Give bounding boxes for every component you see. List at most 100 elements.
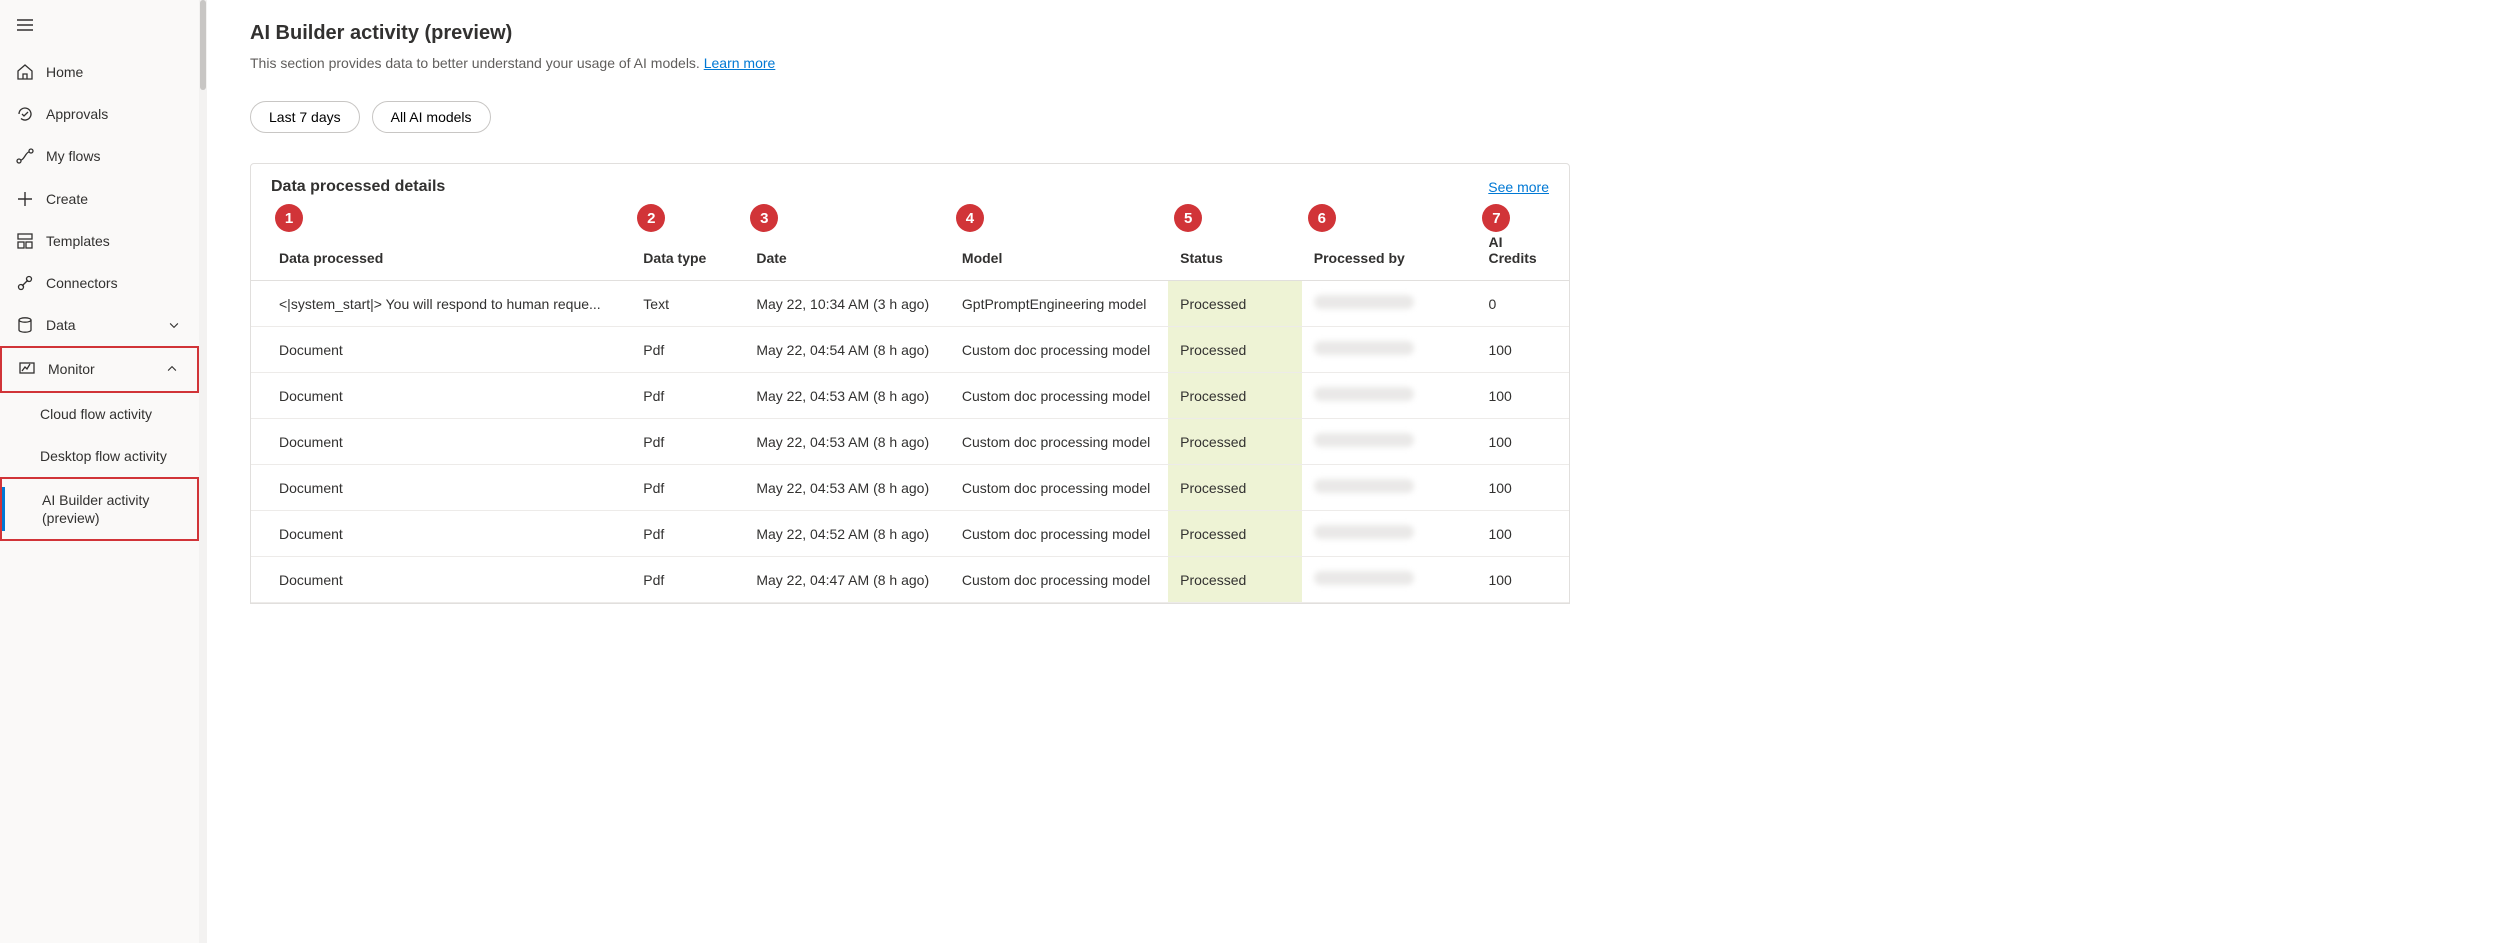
cell-model: Custom doc processing model bbox=[950, 511, 1168, 557]
cell-data-type: Pdf bbox=[631, 557, 744, 603]
cell-data-type: Pdf bbox=[631, 373, 744, 419]
cell-ai-credits: 100 bbox=[1476, 511, 1569, 557]
cell-ai-credits: 100 bbox=[1476, 557, 1569, 603]
plus-icon bbox=[16, 190, 34, 208]
blank-area bbox=[1570, 0, 2516, 943]
cell-date: May 22, 04:53 AM (8 h ago) bbox=[744, 465, 950, 511]
sidebar-item-label: Data bbox=[46, 316, 76, 334]
sidebar-item-cloud-flow-activity[interactable]: Cloud flow activity bbox=[0, 393, 199, 435]
table-row[interactable]: DocumentPdfMay 22, 04:54 AM (8 h ago)Cus… bbox=[251, 327, 1569, 373]
col-data-processed[interactable]: 1 Data processed bbox=[251, 206, 631, 281]
col-date[interactable]: 3 Date bbox=[744, 206, 950, 281]
cell-status: Processed bbox=[1168, 327, 1302, 373]
hamburger-button[interactable] bbox=[0, 8, 199, 51]
table-row[interactable]: DocumentPdfMay 22, 04:52 AM (8 h ago)Cus… bbox=[251, 511, 1569, 557]
filter-pills: Last 7 days All AI models bbox=[250, 101, 1570, 133]
cell-data-processed: Document bbox=[251, 419, 631, 465]
table-row[interactable]: DocumentPdfMay 22, 04:53 AM (8 h ago)Cus… bbox=[251, 465, 1569, 511]
cell-status: Processed bbox=[1168, 465, 1302, 511]
redacted-text bbox=[1314, 571, 1414, 585]
filter-date-range[interactable]: Last 7 days bbox=[250, 101, 360, 133]
sidebar-item-monitor[interactable]: Monitor bbox=[0, 346, 199, 392]
cell-status: Processed bbox=[1168, 373, 1302, 419]
annotation-badge-4: 4 bbox=[956, 204, 984, 232]
redacted-text bbox=[1314, 341, 1414, 355]
monitor-icon bbox=[18, 360, 36, 378]
page-description-text: This section provides data to better und… bbox=[250, 55, 704, 71]
cell-model: Custom doc processing model bbox=[950, 465, 1168, 511]
cell-processed-by bbox=[1302, 465, 1477, 511]
cell-date: May 22, 04:53 AM (8 h ago) bbox=[744, 419, 950, 465]
cell-processed-by bbox=[1302, 511, 1477, 557]
cell-processed-by bbox=[1302, 281, 1477, 327]
cell-processed-by bbox=[1302, 419, 1477, 465]
cell-date: May 22, 04:52 AM (8 h ago) bbox=[744, 511, 950, 557]
col-data-type[interactable]: 2 Data type bbox=[631, 206, 744, 281]
col-label: Data processed bbox=[279, 250, 383, 266]
cell-data-type: Pdf bbox=[631, 419, 744, 465]
sidebar-item-templates[interactable]: Templates bbox=[0, 220, 199, 262]
sidebar-scrollbar[interactable] bbox=[199, 0, 207, 943]
sidebar-item-label: Connectors bbox=[46, 274, 118, 292]
chevron-up-icon bbox=[163, 360, 181, 378]
approvals-icon bbox=[16, 105, 34, 123]
filter-model[interactable]: All AI models bbox=[372, 101, 491, 133]
hamburger-icon bbox=[16, 16, 34, 34]
cell-model: Custom doc processing model bbox=[950, 419, 1168, 465]
cell-model: GptPromptEngineering model bbox=[950, 281, 1168, 327]
cell-ai-credits: 0 bbox=[1476, 281, 1569, 327]
sidebar-item-approvals[interactable]: Approvals bbox=[0, 93, 199, 135]
table-row[interactable]: DocumentPdfMay 22, 04:47 AM (8 h ago)Cus… bbox=[251, 557, 1569, 603]
cell-model: Custom doc processing model bbox=[950, 557, 1168, 603]
learn-more-link[interactable]: Learn more bbox=[704, 55, 776, 71]
col-label: Date bbox=[756, 250, 786, 266]
sidebar-item-label: Cloud flow activity bbox=[40, 405, 152, 423]
sidebar-item-label: Templates bbox=[46, 232, 110, 250]
cell-data-type: Pdf bbox=[631, 511, 744, 557]
table-row[interactable]: DocumentPdfMay 22, 04:53 AM (8 h ago)Cus… bbox=[251, 373, 1569, 419]
data-icon bbox=[16, 316, 34, 334]
sidebar-item-create[interactable]: Create bbox=[0, 178, 199, 220]
cell-data-processed: Document bbox=[251, 511, 631, 557]
col-label: Processed by bbox=[1314, 250, 1405, 266]
sidebar-item-label: Monitor bbox=[48, 360, 95, 378]
annotation-badge-5: 5 bbox=[1174, 204, 1202, 232]
sidebar-item-ai-builder-activity[interactable]: AI Builder activity (preview) bbox=[0, 477, 199, 541]
sidebar-item-data[interactable]: Data bbox=[0, 304, 199, 346]
redacted-text bbox=[1314, 433, 1414, 447]
redacted-text bbox=[1314, 479, 1414, 493]
sidebar-item-connectors[interactable]: Connectors bbox=[0, 262, 199, 304]
annotation-badge-1: 1 bbox=[275, 204, 303, 232]
cell-model: Custom doc processing model bbox=[950, 373, 1168, 419]
col-processed-by[interactable]: 6 Processed by bbox=[1302, 206, 1477, 281]
cell-ai-credits: 100 bbox=[1476, 419, 1569, 465]
sidebar-item-my-flows[interactable]: My flows bbox=[0, 135, 199, 177]
col-model[interactable]: 4 Model bbox=[950, 206, 1168, 281]
col-ai-credits[interactable]: 7 AI Credits bbox=[1476, 206, 1569, 281]
redacted-text bbox=[1314, 295, 1414, 309]
col-label: Status bbox=[1180, 250, 1223, 266]
cell-status: Processed bbox=[1168, 419, 1302, 465]
cell-data-processed: Document bbox=[251, 557, 631, 603]
sidebar-item-label: My flows bbox=[46, 147, 100, 165]
cell-data-processed: Document bbox=[251, 373, 631, 419]
cell-date: May 22, 04:54 AM (8 h ago) bbox=[744, 327, 950, 373]
table-row[interactable]: DocumentPdfMay 22, 04:53 AM (8 h ago)Cus… bbox=[251, 419, 1569, 465]
col-status[interactable]: 5 Status bbox=[1168, 206, 1302, 281]
cell-data-type: Text bbox=[631, 281, 744, 327]
data-processed-card: Data processed details See more 1 Data p… bbox=[250, 163, 1570, 604]
card-title: Data processed details bbox=[271, 178, 445, 196]
annotation-badge-2: 2 bbox=[637, 204, 665, 232]
cell-data-type: Pdf bbox=[631, 465, 744, 511]
sidebar-item-home[interactable]: Home bbox=[0, 51, 199, 93]
sidebar-item-desktop-flow-activity[interactable]: Desktop flow activity bbox=[0, 435, 199, 477]
table-row[interactable]: <|system_start|> You will respond to hum… bbox=[251, 281, 1569, 327]
cell-data-processed: <|system_start|> You will respond to hum… bbox=[251, 281, 631, 327]
annotation-badge-6: 6 bbox=[1308, 204, 1336, 232]
page-title: AI Builder activity (preview) bbox=[250, 22, 1570, 45]
cell-processed-by bbox=[1302, 557, 1477, 603]
sidebar: Home Approvals My flows Create Templates bbox=[0, 0, 200, 943]
table-header-row: 1 Data processed 2 Data type 3 Date 4 bbox=[251, 206, 1569, 281]
sidebar-item-label: Create bbox=[46, 190, 88, 208]
see-more-link[interactable]: See more bbox=[1488, 179, 1549, 195]
